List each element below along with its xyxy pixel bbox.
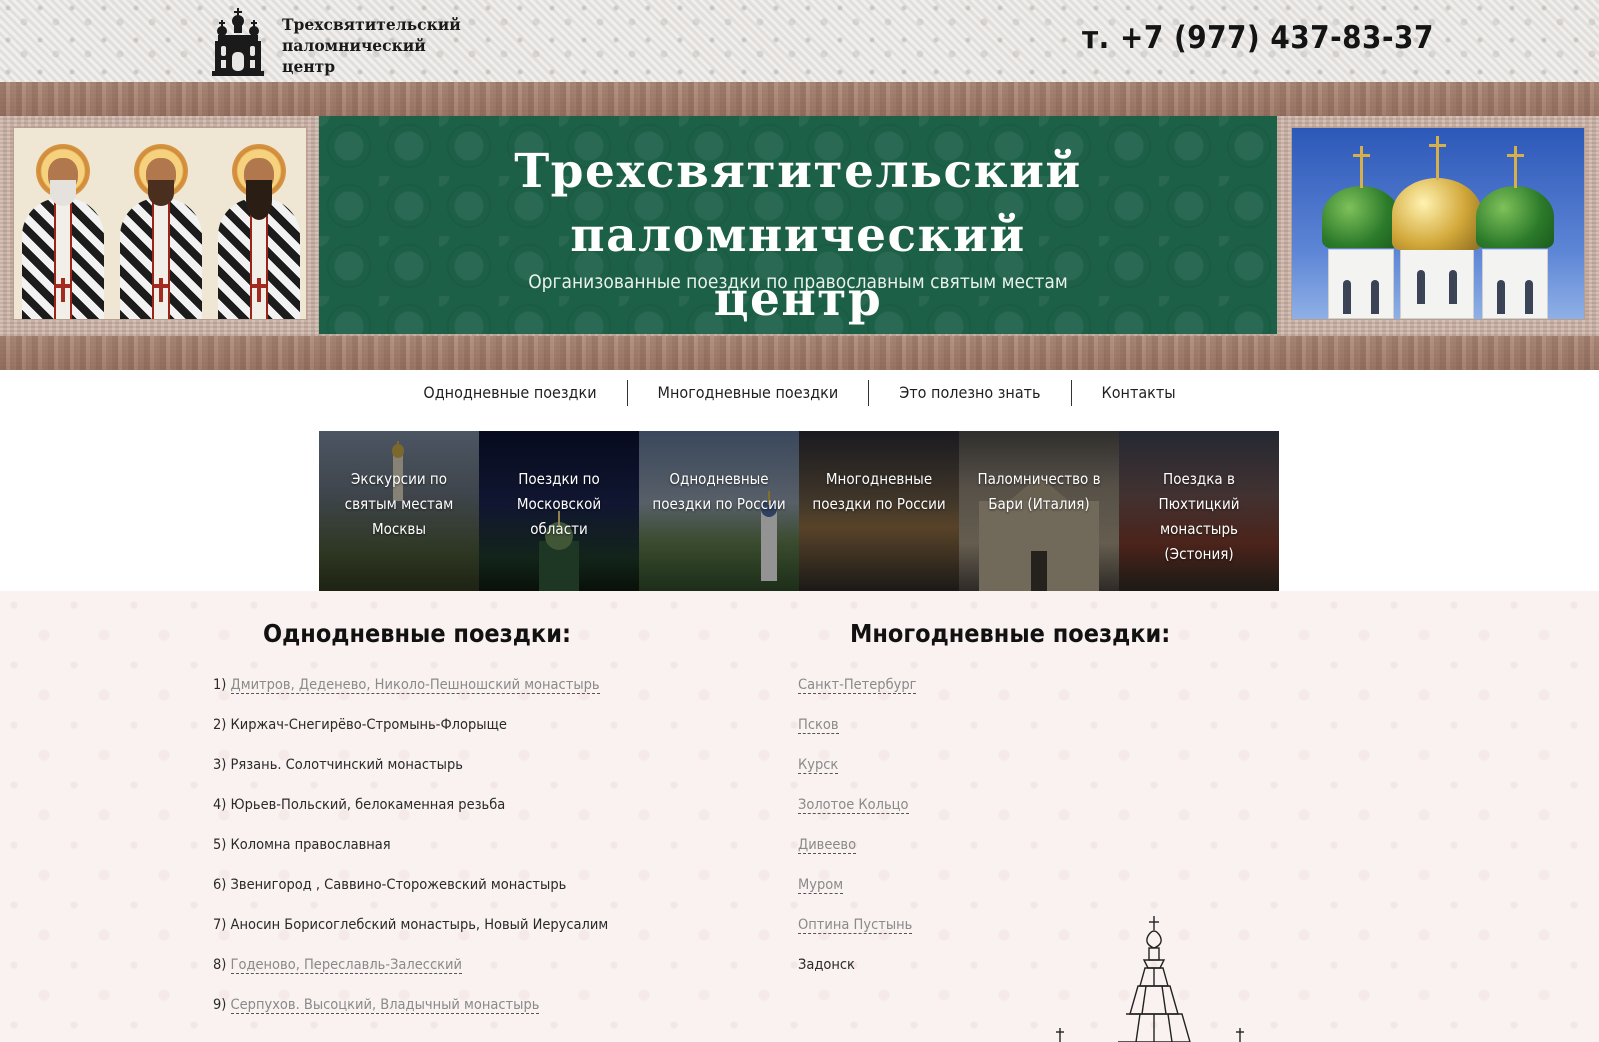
saint-figure <box>14 128 112 319</box>
one-day-trips-heading: Однодневные поездки: <box>263 619 571 648</box>
list-item: Золотое Кольцо <box>798 793 916 833</box>
list-item: 9) Серпухов. Высоцкий, Владычный монасты… <box>213 997 540 1014</box>
nav-multi-day-trips[interactable]: Многодневные поездки <box>626 380 869 406</box>
tile-moscow-holy-places[interactable]: Экскурсии по святым местам Москвы <box>319 431 479 591</box>
three-saints-icon-image <box>13 127 307 320</box>
gold-dome <box>1392 178 1482 250</box>
category-tiles: Экскурсии по святым местам Москвы Поездк… <box>319 431 1279 591</box>
ornament-stripe <box>0 82 1599 116</box>
list-item: Муром <box>798 873 916 913</box>
main-nav: Однодневные поездки Многодневные поездки Э… <box>0 380 1599 420</box>
saint-figure <box>210 128 306 319</box>
nav-one-day-trips[interactable]: Однодневные поездки <box>393 380 626 406</box>
trip-link[interactable]: Санкт-Петербург <box>798 677 917 694</box>
list-item: 1) Дмитров, Деденево, Николо-Пешношский … <box>213 677 600 694</box>
logo-line-1: Трехсвятительский <box>282 15 461 34</box>
site-title: Трехсвятительский паломнический центр <box>319 140 1277 332</box>
tile-label: Экскурсии по святым местам Москвы <box>344 470 454 538</box>
trip-link[interactable]: Курск <box>798 757 839 774</box>
logo-text: Трехсвятительский паломнический центр <box>282 14 462 77</box>
dome-tower <box>1400 239 1474 319</box>
tile-one-day-russia[interactable]: Однодневные поездки по России <box>639 431 799 591</box>
tile-pukhtitsa-estonia[interactable]: Поездка в Пюхтицкий монастырь (Эстония) <box>1119 431 1279 591</box>
list-item: 4) Юрьев-Польский, белокаменная резьба <box>213 797 506 813</box>
list-item: Псков <box>798 713 916 753</box>
trip-link[interactable]: Дмитров, Деденево, Николо-Пешношский мон… <box>230 677 600 694</box>
dome-tower <box>1328 249 1394 319</box>
tile-moscow-region[interactable]: Поездки по Московской области <box>479 431 639 591</box>
title-panel: Трехсвятительский паломнический центр Ор… <box>319 116 1277 334</box>
trip-link[interactable]: Оптина Пустынь <box>798 917 913 934</box>
tile-label: Многодневные поездки по России <box>812 470 946 513</box>
list-item: 8) Годеново, Переславль-Залесский <box>213 957 462 974</box>
tile-multi-day-russia[interactable]: Многодневные поездки по России <box>799 431 959 591</box>
list-item: 2) Киржач-Снегирёво-Стромынь-Флорыще <box>213 717 507 733</box>
list-item: 6) Звенигород , Саввино-Сторожевский мон… <box>213 877 567 893</box>
site-title-line-1: Трехсвятительский паломнический <box>514 144 1082 263</box>
trip-link[interactable]: Серпухов. Высоцкий, Владычный монастырь <box>230 997 540 1014</box>
tile-bari-italy[interactable]: Паломничество в Бари (Италия) <box>959 431 1119 591</box>
church-sketch-icon <box>1056 916 1244 1042</box>
tile-label: Поездка в Пюхтицкий монастырь (Эстония) <box>1158 470 1240 563</box>
list-item: 3) Рязань. Солотчинский монастырь <box>213 757 463 773</box>
trip-link[interactable]: Годеново, Переславль-Залесский <box>230 957 462 974</box>
green-dome <box>1322 186 1400 248</box>
trips-content: Однодневные поездки: Многодневные поездк… <box>0 591 1599 1042</box>
dome-tower <box>1482 249 1548 319</box>
banner: Трехсвятительский паломнический центр Ор… <box>0 82 1599 370</box>
nav-contacts[interactable]: Контакты <box>1070 380 1206 406</box>
nav-useful-info[interactable]: Это полезно знать <box>868 380 1070 406</box>
list-item: Оптина Пустынь <box>798 913 916 953</box>
list-item: 5) Коломна православная <box>213 837 391 853</box>
list-item: Санкт-Петербург <box>798 673 917 713</box>
phone-number[interactable]: т. +7 (977) 437-83-37 <box>1082 20 1434 56</box>
logo-line-3: центр <box>282 57 336 76</box>
list-item: 7) Аносин Борисоглебский монастырь, Новы… <box>213 917 609 933</box>
trip-link[interactable]: Дивеево <box>798 837 857 854</box>
one-day-trips-list: 1) Дмитров, Деденево, Николо-Пешношский … <box>213 673 608 1033</box>
list-item: Дивеево <box>798 833 916 873</box>
ornament-stripe <box>0 336 1599 370</box>
site-logo[interactable]: Трехсвятительский паломнический центр <box>212 8 461 76</box>
tile-label: Однодневные поездки по России <box>652 470 786 513</box>
site-subtitle: Организованные поездки по православным с… <box>528 271 1068 293</box>
green-dome <box>1476 186 1554 248</box>
trip-link[interactable]: Муром <box>798 877 844 894</box>
church-domes-image <box>1291 127 1585 320</box>
tile-label: Поездки по Московской области <box>516 470 602 538</box>
list-item: Задонск <box>798 957 855 973</box>
top-bar: Трехсвятительский паломнический центр т.… <box>0 0 1599 82</box>
multi-day-trips-heading: Многодневные поездки: <box>850 619 1171 648</box>
multi-day-trips-list: Санкт-Петербург Псков Курск Золотое Коль… <box>798 673 917 993</box>
logo-line-2: паломнический <box>282 36 426 55</box>
list-item: Курск <box>798 753 916 793</box>
church-logo-icon <box>212 8 264 76</box>
trip-link[interactable]: Золотое Кольцо <box>798 797 909 814</box>
trip-link[interactable]: Псков <box>798 717 839 734</box>
tile-label: Паломничество в Бари (Италия) <box>977 470 1101 513</box>
saint-figure <box>112 128 210 319</box>
